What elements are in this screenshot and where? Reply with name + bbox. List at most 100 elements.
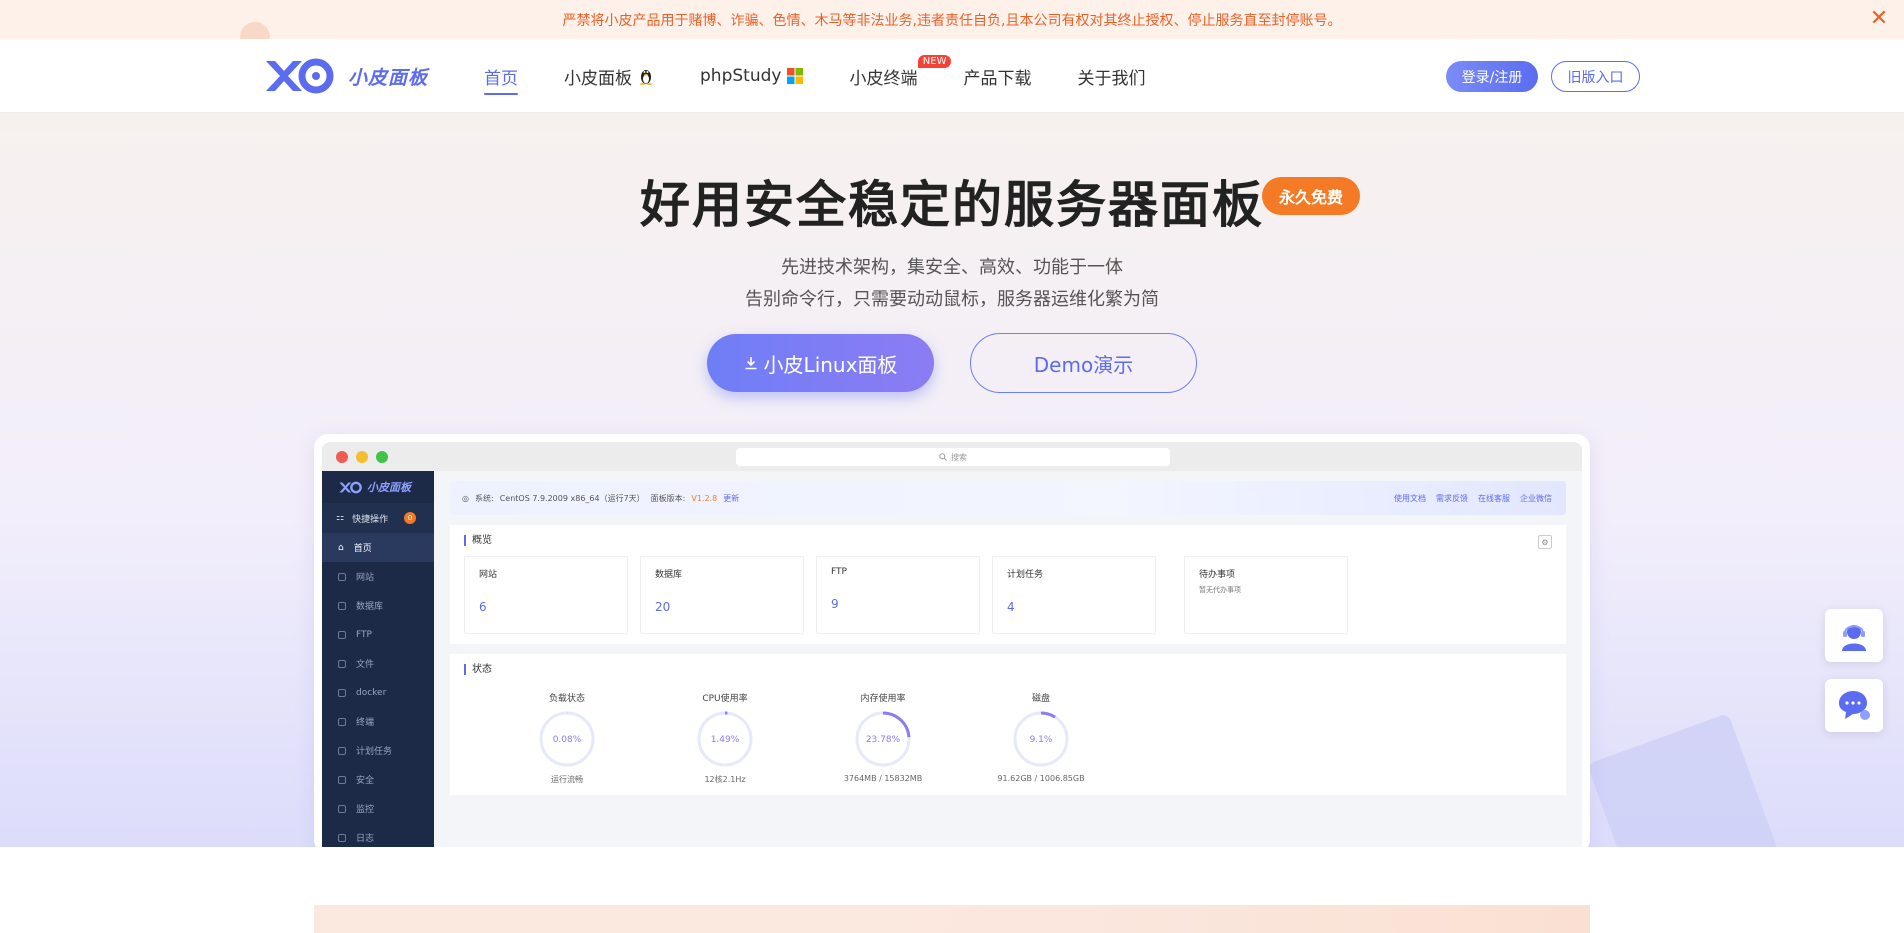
preview-sidebar: 小皮面板 ⚏ 快捷操作 0 ⌂ 首页 网站 数据库 FTP 文件 docker 终… — [322, 471, 434, 847]
stat-cron: 计划任务 4 — [992, 556, 1156, 634]
preview-nav-logs: 日志 — [322, 823, 434, 847]
window-minimize-dot — [356, 451, 368, 463]
hero-decoration — [1587, 713, 1793, 847]
gauge-cpu: CPU使用率 1.49% 12核2.1Hz — [646, 691, 804, 785]
gauge-ring: 0.08% — [539, 711, 595, 767]
system-label: 系统: — [474, 493, 494, 503]
todo-empty: 暂无代办事项 — [1199, 586, 1241, 594]
logo[interactable]: 小皮面板 — [262, 57, 428, 95]
close-icon[interactable]: ✕ — [1868, 8, 1890, 30]
terminal-icon — [338, 717, 346, 726]
overview-card: 概览 ⚙ 网站 6 数据库 20 FTP 9 计划任务 4 待办事项 暂无代办事项 — [450, 525, 1566, 644]
preview-nav-label: docker — [356, 687, 387, 698]
preview-nav-label: 网站 — [356, 573, 375, 583]
version-value: V1.2.8 — [691, 493, 718, 503]
nav-about-label: 关于我们 — [1077, 68, 1146, 89]
nav-phpstudy[interactable]: phpStudy — [700, 39, 804, 113]
preview-logo-text: 小皮面板 — [367, 481, 411, 494]
gauge-ring: 1.49% — [697, 711, 753, 767]
nav-home[interactable]: 首页 — [484, 39, 518, 113]
linux-panel-download-label: 小皮Linux面板 — [763, 352, 898, 377]
linux-penguin-icon — [640, 70, 652, 85]
preview-search-text: 搜索 — [951, 452, 967, 462]
ftp-icon — [338, 630, 346, 639]
gauge-detail: 3764MB / 15832MB — [843, 774, 923, 783]
calendar-icon — [338, 746, 346, 755]
stat-sites: 网站 6 — [464, 556, 628, 634]
quick-ops-label: 快捷操作 — [352, 514, 389, 525]
gauge-label: 内存使用率 — [860, 694, 906, 704]
chat-button[interactable] — [1825, 679, 1883, 732]
preview-nav-docker: docker — [322, 678, 434, 707]
hero-subtitle-2: 告别命令行，只需要动动鼠标，服务器运维化繁为简 — [745, 289, 1159, 310]
preview-nav-label: 安全 — [356, 776, 375, 786]
shield-icon — [338, 775, 346, 784]
wechat-link: 企业微信 — [1520, 493, 1552, 503]
preview-logo: 小皮面板 — [322, 471, 434, 503]
gauge-value: 23.78% — [866, 735, 901, 745]
preview-nav-site: 网站 — [322, 562, 434, 591]
nav-xp-panel[interactable]: 小皮面板 — [564, 39, 654, 113]
window-maximize-dot — [376, 451, 388, 463]
gauge-value: 0.08% — [553, 735, 582, 745]
hero-subtitle-1: 先进技术架构，集安全、高效、功能于一体 — [781, 257, 1123, 278]
customer-service-button[interactable] — [1825, 609, 1883, 662]
preview-body: 小皮面板 ⚏ 快捷操作 0 ⌂ 首页 网站 数据库 FTP 文件 docker 终… — [322, 471, 1582, 847]
nav-phpstudy-label: phpStudy — [700, 66, 782, 86]
nav-xp-terminal[interactable]: 小皮终端 NEW — [849, 39, 952, 113]
hero-title: 好用安全稳定的服务器面板 — [640, 176, 1264, 234]
preview-nav-security: 安全 — [322, 765, 434, 794]
preview-nav-ftp: FTP — [322, 620, 434, 649]
preview-main: ◎ 系统: CentOS 7.9.2009 x86_64（运行7天） 面板版本:… — [434, 471, 1582, 847]
folder-icon — [338, 659, 346, 668]
nav-about[interactable]: 关于我们 — [1077, 39, 1145, 113]
nav-xp-panel-label: 小皮面板 — [564, 68, 632, 89]
nav-downloads-label: 产品下载 — [963, 68, 1032, 89]
preview-nav-monitor: 监控 — [322, 794, 434, 823]
gear-icon: ⚙ — [1538, 535, 1552, 549]
nav-xp-terminal-label: 小皮终端 — [849, 68, 918, 89]
customer-service-icon — [1842, 624, 1866, 651]
gauge-ring: 9.1% — [1013, 711, 1069, 767]
demo-button[interactable]: Demo演示 — [970, 333, 1197, 393]
gauge-label: CPU使用率 — [702, 694, 748, 704]
quick-ops-count: 0 — [404, 512, 417, 524]
preview-nav-label: 数据库 — [356, 602, 384, 612]
old-version-button[interactable]: 旧版入口 — [1551, 61, 1640, 92]
stat-value: 6 — [479, 600, 487, 614]
nav-downloads[interactable]: 产品下载 — [963, 39, 1031, 113]
site-header: 小皮面板 首页 小皮面板 phpStudy 小皮终端 NEW 产品下载 关于我们… — [0, 39, 1904, 113]
hero-section: 好用安全稳定的服务器面板 永久免费 先进技术架构，集安全、高效、功能于一体 告别… — [0, 113, 1904, 847]
preview-nav-terminal: 终端 — [322, 707, 434, 736]
linux-panel-download-button[interactable]: 小皮Linux面板 — [707, 334, 934, 392]
preview-nav-label: 监控 — [356, 805, 375, 815]
window-titlebar: 搜索 — [322, 442, 1582, 471]
preview-nav-label: 计划任务 — [356, 747, 393, 757]
notice-bar: 严禁将小皮产品用于赌博、诈骗、色情、木马等非法业务,违者责任自负,且本公司有权对… — [0, 0, 1904, 52]
system-value: CentOS 7.9.2009 x86_64（运行7天） — [499, 493, 645, 503]
logo-mark-icon — [266, 58, 334, 94]
login-register-button[interactable]: 登录/注册 — [1446, 61, 1538, 92]
window-close-dot — [336, 451, 348, 463]
gauge-label: 负载状态 — [548, 694, 585, 704]
logo-text: 小皮面板 — [348, 66, 429, 89]
stat-value: 9 — [831, 597, 839, 611]
status-card: 状态 负载状态 0.08% 运行流畅 CPU使用率 1.49% 12核2.1Hz — [450, 654, 1566, 795]
new-badge: NEW — [917, 55, 952, 68]
windows-icon — [787, 68, 804, 84]
main-nav: 首页 小皮面板 phpStudy 小皮终端 NEW 产品下载 关于我们 — [484, 39, 1191, 113]
version-label: 面板版本: — [650, 493, 686, 503]
panel-preview: 搜索 小皮面板 ⚏ 快捷操作 0 ⌂ 首页 网站 数据库 FTP 文件 docke… — [314, 434, 1590, 847]
gauge-ring: 23.78% — [855, 711, 911, 767]
database-icon — [338, 601, 346, 610]
preview-nav-label: 文件 — [356, 660, 375, 670]
preview-nav-label: 日志 — [356, 834, 375, 844]
preview-nav-label: 首页 — [353, 544, 372, 554]
quick-ops-icon: ⚏ — [336, 513, 345, 523]
stat-ftp: FTP 9 — [816, 556, 980, 634]
gauge-value: 9.1% — [1030, 735, 1053, 745]
next-section-banner — [314, 905, 1590, 933]
status-title: 状态 — [464, 664, 1552, 675]
preview-help-links: 使用文档 需求反馈 在线客服 企业微信 — [1394, 493, 1552, 504]
gauge-disk: 磁盘 9.1% 91.62GB / 1006.85GB — [962, 691, 1120, 785]
